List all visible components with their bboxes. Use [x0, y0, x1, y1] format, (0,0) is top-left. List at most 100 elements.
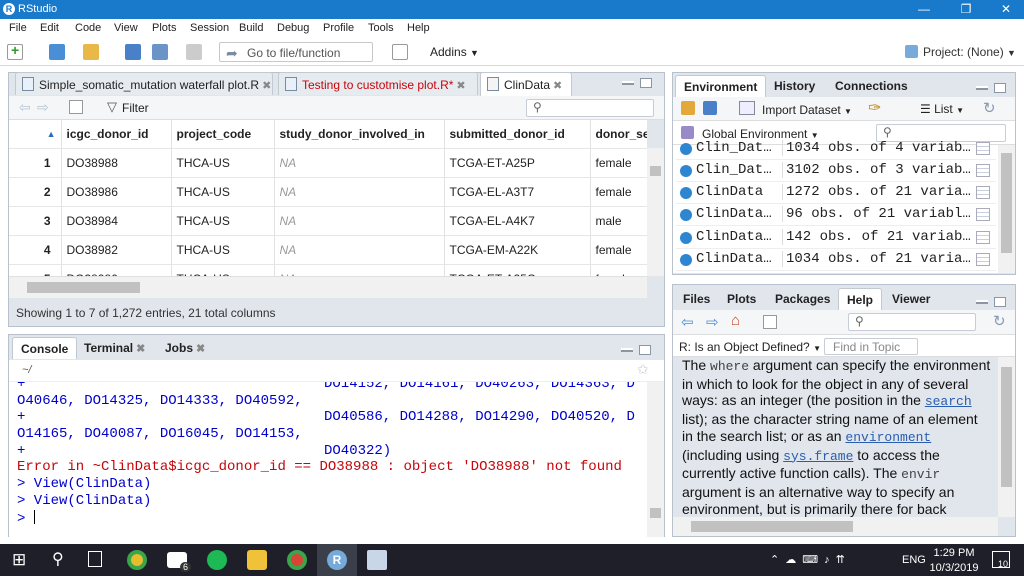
column-header[interactable]: icgc_donor_id	[61, 120, 172, 149]
table-row[interactable]: 1 DO38988 THCA-US NA TCGA-ET-A25P female	[9, 148, 647, 178]
load-workspace-icon[interactable]	[681, 101, 695, 115]
menu-file[interactable]: File	[9, 22, 27, 34]
environment-link[interactable]: environment	[845, 430, 931, 445]
expand-arrow-icon[interactable]	[680, 187, 692, 199]
menu-session[interactable]: Session	[190, 22, 229, 34]
forward-arrow-icon[interactable]: ⇨	[706, 313, 719, 331]
console-prompt[interactable]: >	[17, 510, 35, 528]
expand-arrow-icon[interactable]	[680, 143, 692, 155]
view-table-icon[interactable]	[976, 142, 990, 155]
notification-center-icon[interactable]: 10	[992, 551, 1010, 569]
back-arrow-icon[interactable]: ⇦	[19, 99, 31, 116]
popout-icon[interactable]	[69, 100, 83, 114]
tab-console[interactable]: Console	[12, 337, 78, 359]
system-tray-icons[interactable]: ⌃☁⌨♪⇈	[770, 553, 851, 566]
print-icon[interactable]	[186, 44, 202, 60]
maximize-pane-icon[interactable]	[640, 78, 652, 88]
save-workspace-icon[interactable]	[703, 101, 717, 115]
view-table-icon[interactable]	[976, 186, 990, 199]
menu-tools[interactable]: Tools	[368, 22, 394, 34]
clock-date[interactable]: 10/3/2019	[926, 562, 982, 574]
file-explorer-icon[interactable]	[247, 550, 267, 570]
addins-menu[interactable]: Addins ▼	[430, 45, 479, 59]
list-view-menu[interactable]: ☰ List ▼	[920, 102, 964, 116]
menu-profile[interactable]: Profile	[323, 22, 354, 34]
filter-button[interactable]: Filter	[122, 101, 149, 115]
env-scrollbar[interactable]	[998, 145, 1015, 273]
search-link[interactable]: search	[925, 394, 972, 409]
clock-time[interactable]: 1:29 PM	[930, 547, 978, 559]
console-scrollbar[interactable]	[647, 382, 664, 537]
column-header[interactable]: project_code	[171, 120, 275, 149]
sys-frame-link[interactable]: sys.frame	[783, 449, 853, 464]
tab-help[interactable]: Help	[838, 288, 883, 310]
env-object-row[interactable]: ClinData… 1034 obs. of 21 varia…	[676, 249, 996, 271]
minimize-pane-icon[interactable]	[976, 86, 988, 90]
forward-arrow-icon[interactable]: ⇨	[37, 99, 49, 116]
menu-help[interactable]: Help	[407, 22, 430, 34]
expand-arrow-icon[interactable]	[680, 232, 692, 244]
tab-jobs[interactable]: Jobs ✖	[157, 337, 213, 359]
scrollbar-thumb[interactable]	[691, 521, 853, 532]
chrome-icon[interactable]	[127, 550, 147, 570]
console-output[interactable]: + DO14152, DO14161, DO40263, DO14363, D …	[9, 382, 647, 537]
menu-debug[interactable]: Debug	[277, 22, 309, 34]
notepad-icon[interactable]	[367, 550, 387, 570]
tab-connections[interactable]: Connections	[827, 75, 916, 97]
tab-viewer[interactable]: Viewer	[884, 288, 938, 310]
help-search-input[interactable]: ⚲	[848, 313, 976, 331]
tab-packages[interactable]: Packages	[767, 288, 838, 310]
env-object-row[interactable]: Clin_Dat… 3102 obs. of 3 variab…	[676, 160, 996, 182]
view-table-icon[interactable]	[976, 208, 990, 221]
table-row[interactable]: 4 DO38982 THCA-US NA TCGA-EM-A22K female	[9, 235, 647, 265]
menu-view[interactable]: View	[114, 22, 138, 34]
maximize-pane-icon[interactable]	[639, 345, 651, 355]
tab-environment[interactable]: Environment	[675, 75, 767, 97]
view-table-icon[interactable]	[976, 164, 990, 177]
broom-icon[interactable]: ✑	[868, 98, 881, 118]
scrollbar-thumb[interactable]	[650, 166, 661, 176]
find-in-topic-input[interactable]: Find in Topic	[824, 338, 918, 355]
open-file-icon[interactable]	[83, 44, 99, 60]
chrome-icon[interactable]	[287, 550, 307, 570]
rstudio-app-icon[interactable]: R	[327, 550, 347, 570]
home-icon[interactable]: ⌂	[731, 312, 740, 329]
tab-plots[interactable]: Plots	[719, 288, 764, 310]
restore-button[interactable]: ❐	[946, 0, 986, 19]
close-tab-icon[interactable]: ✖	[553, 80, 562, 92]
tab-terminal[interactable]: Terminal ✖	[76, 337, 153, 359]
help-vertical-scrollbar[interactable]	[998, 357, 1015, 517]
expand-arrow-icon[interactable]	[680, 209, 692, 221]
search-icon[interactable]: ⚲	[52, 549, 64, 569]
menu-code[interactable]: Code	[75, 22, 101, 34]
close-button[interactable]: ✕	[986, 0, 1024, 19]
grid-horizontal-scrollbar[interactable]	[9, 276, 647, 298]
menu-build[interactable]: Build	[239, 22, 263, 34]
popout-icon[interactable]	[763, 315, 777, 329]
save-all-icon[interactable]	[152, 44, 168, 60]
tab-files[interactable]: Files	[675, 288, 718, 310]
minimize-button[interactable]: —	[904, 0, 944, 19]
refresh-icon[interactable]: ↻	[993, 312, 1006, 330]
maximize-pane-icon[interactable]	[994, 83, 1006, 93]
close-tab-icon[interactable]: ✖	[136, 343, 145, 355]
env-object-row[interactable]: Clin_Dat… 1034 obs. of 4 variab…	[676, 138, 996, 160]
new-project-icon[interactable]	[49, 44, 65, 60]
minimize-pane-icon[interactable]	[622, 81, 634, 85]
expand-arrow-icon[interactable]	[680, 254, 692, 266]
env-object-row[interactable]: ClinData… 96 obs. of 21 variabl…	[676, 204, 996, 226]
table-row[interactable]: 3 DO38984 THCA-US NA TCGA-EL-A4K7 male	[9, 206, 647, 236]
scrollbar-thumb[interactable]	[1001, 367, 1012, 487]
back-arrow-icon[interactable]: ⇦	[681, 313, 694, 331]
tab-testing-script[interactable]: Testing to custotmise plot.R* ✖	[278, 72, 478, 95]
filter-icon[interactable]: ▽	[107, 99, 117, 115]
expand-arrow-icon[interactable]	[680, 165, 692, 177]
tab-history[interactable]: History	[766, 75, 823, 97]
help-topic-menu[interactable]: R: Is an Object Defined? ▼	[679, 340, 821, 354]
task-view-icon[interactable]	[88, 551, 102, 567]
refresh-icon[interactable]: ↻	[983, 99, 996, 117]
env-object-row[interactable]: ClinData… 142 obs. of 21 variab…	[676, 227, 996, 249]
table-row[interactable]: 2 DO38986 THCA-US NA TCGA-EL-A3T7 female	[9, 177, 647, 207]
scrollbar-thumb[interactable]	[27, 282, 140, 293]
grid-layout-icon[interactable]	[392, 44, 408, 60]
